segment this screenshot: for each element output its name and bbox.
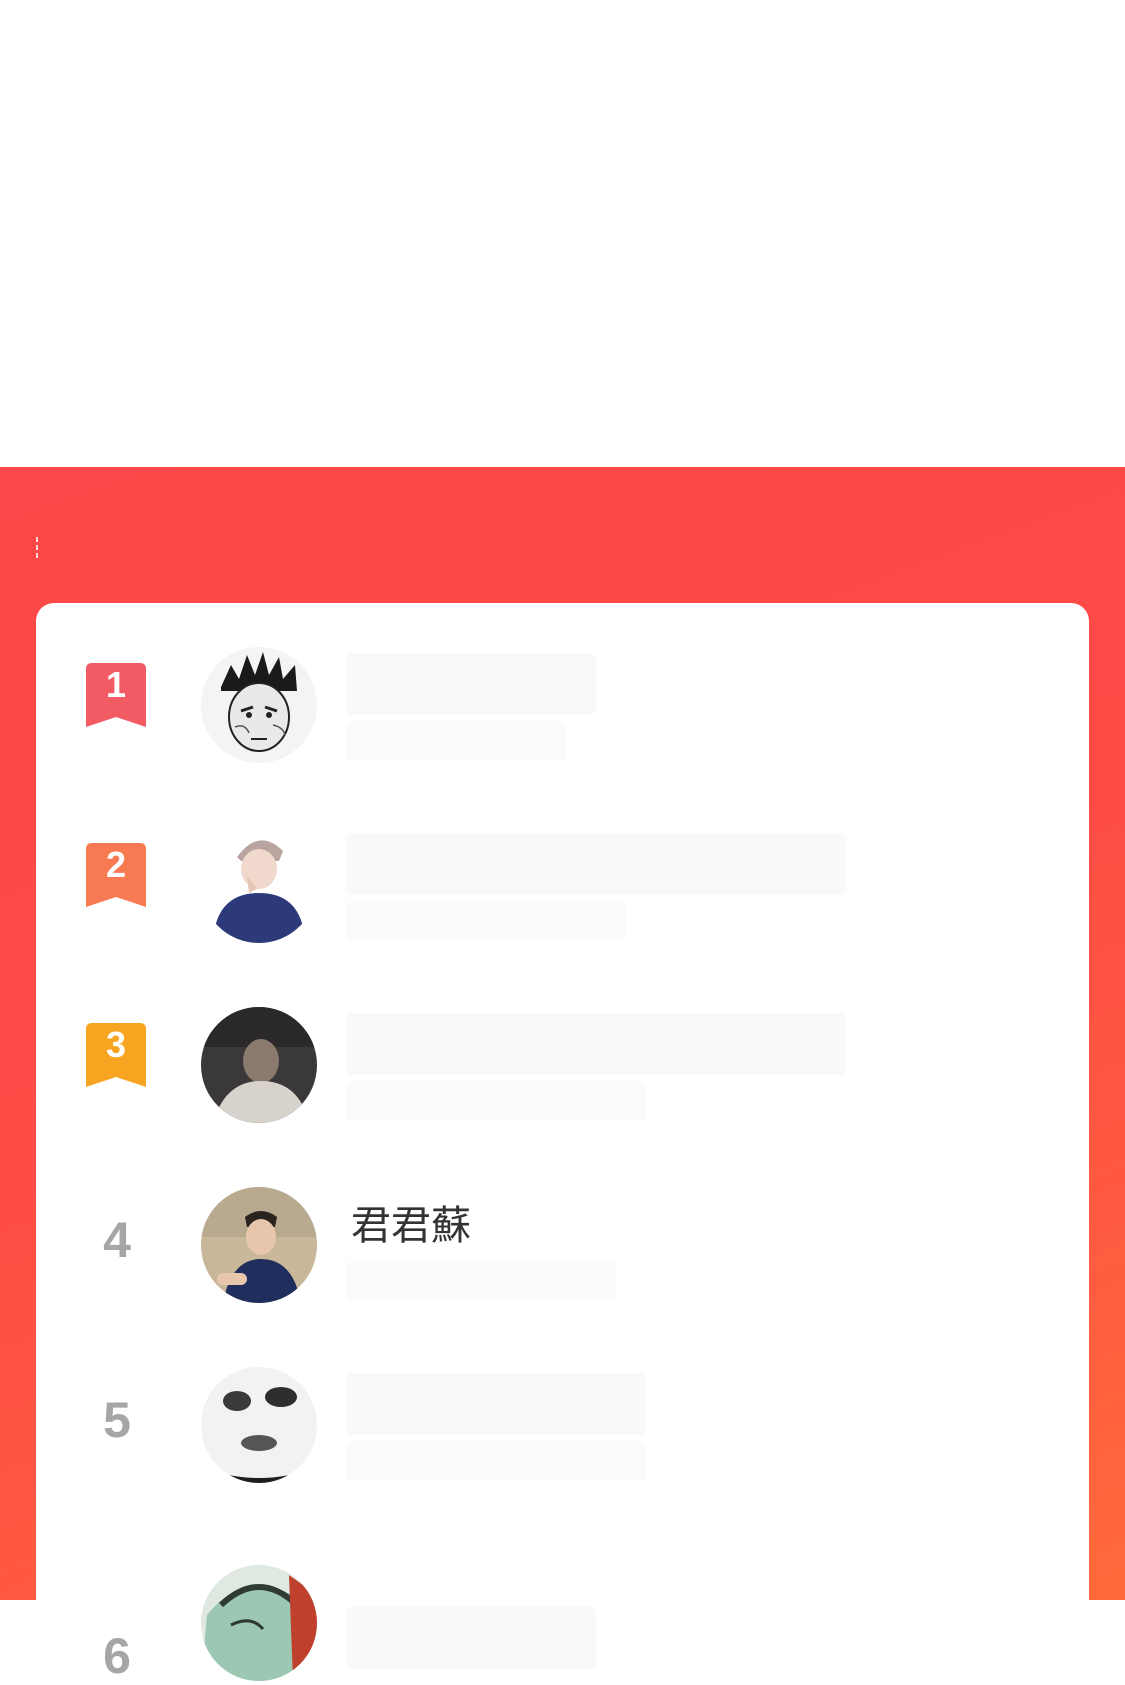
avatar[interactable] bbox=[201, 1367, 317, 1483]
list-item[interactable]: 6 bbox=[36, 1503, 1089, 1684]
subtext-placeholder bbox=[346, 901, 626, 941]
ranking-panel: 1 2 3 4 君君蘇 5 6 bbox=[0, 467, 1125, 1684]
name-placeholder bbox=[346, 653, 596, 715]
svg-text:1: 1 bbox=[106, 664, 126, 705]
ranking-list: 1 2 3 4 君君蘇 5 6 bbox=[36, 603, 1089, 1684]
avatar[interactable] bbox=[201, 1565, 317, 1681]
subtext-placeholder bbox=[346, 721, 566, 761]
user-name: 君君蘇 bbox=[351, 1203, 471, 1249]
avatar[interactable] bbox=[201, 1187, 317, 1303]
name-placeholder bbox=[346, 1013, 846, 1075]
name-placeholder bbox=[346, 1607, 596, 1669]
subtext-placeholder bbox=[346, 1081, 646, 1121]
rank-badge-first: 1 bbox=[86, 663, 146, 727]
list-item[interactable]: 4 君君蘇 bbox=[36, 1143, 1089, 1323]
ranking-header bbox=[0, 467, 1125, 602]
svg-text:2: 2 bbox=[106, 844, 126, 885]
subtext-placeholder bbox=[346, 1261, 616, 1301]
name-placeholder bbox=[346, 1373, 646, 1435]
avatar[interactable] bbox=[201, 1007, 317, 1123]
list-item[interactable]: 5 bbox=[36, 1323, 1089, 1503]
header-dots bbox=[36, 537, 40, 559]
svg-text:3: 3 bbox=[106, 1024, 126, 1065]
rank-number: 4 bbox=[103, 1212, 131, 1268]
rank-number: 5 bbox=[103, 1392, 131, 1448]
avatar[interactable] bbox=[201, 647, 317, 763]
top-blank-area bbox=[0, 0, 1125, 467]
avatar[interactable] bbox=[201, 827, 317, 943]
list-item[interactable]: 2 bbox=[36, 783, 1089, 963]
list-item[interactable]: 3 bbox=[36, 963, 1089, 1143]
list-item[interactable]: 1 bbox=[36, 603, 1089, 783]
rank-number: 6 bbox=[103, 1628, 131, 1684]
subtext-placeholder bbox=[346, 1441, 646, 1481]
name-placeholder bbox=[346, 833, 846, 895]
rank-badge-second: 2 bbox=[86, 843, 146, 907]
rank-badge-third: 3 bbox=[86, 1023, 146, 1087]
